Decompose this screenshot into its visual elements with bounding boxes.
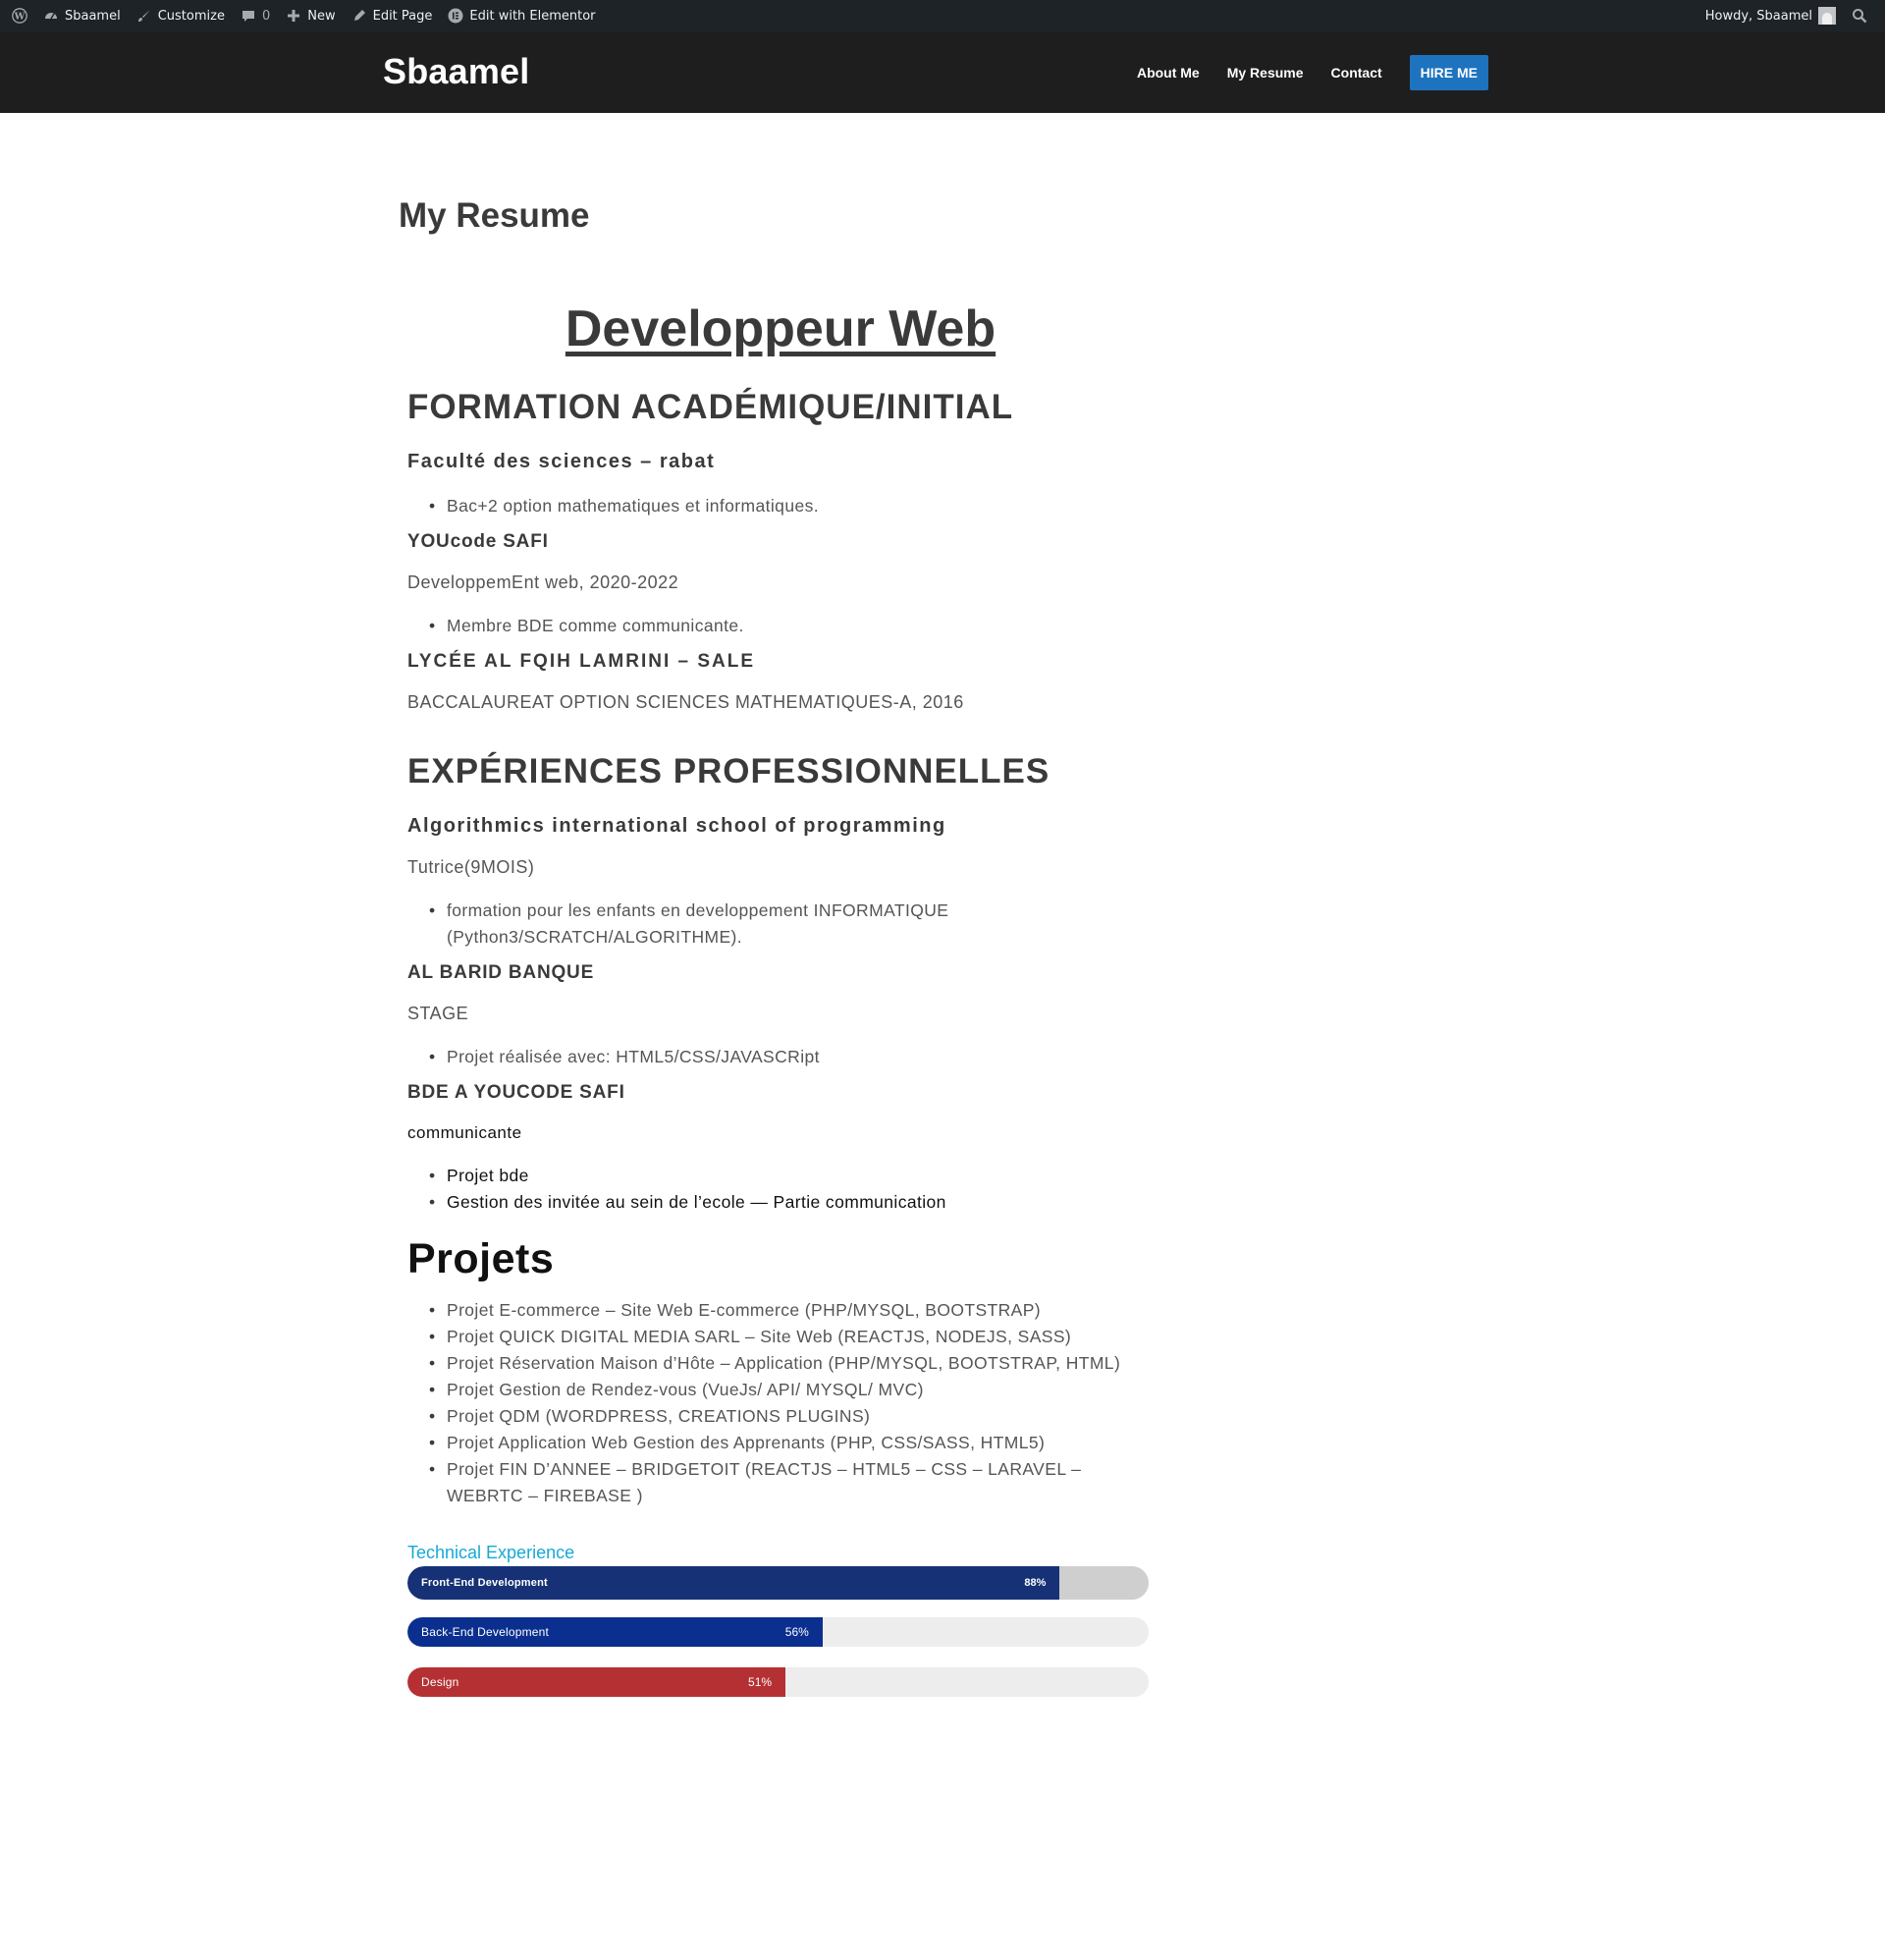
- skill-bar-percent: 56%: [784, 1625, 809, 1639]
- wordpress-icon: W: [12, 8, 27, 24]
- pencil-icon: [351, 8, 367, 24]
- brush-icon: [136, 8, 152, 24]
- page-title: My Resume: [399, 196, 590, 235]
- skill-bar-design: 51% Design: [407, 1667, 1149, 1697]
- list-item: Bac+2 option mathematiques et informatiq…: [429, 493, 1154, 519]
- skill-bar-backend: 56% Back-End Development: [407, 1617, 1149, 1647]
- admin-bar-customize-label: Customize: [157, 8, 225, 24]
- comments-count: 0: [261, 8, 271, 24]
- school-faculte: Faculté des sciences – rabat: [407, 451, 716, 472]
- skill-bar-frontend: 88% Front-End Development: [407, 1566, 1149, 1600]
- list-item: Projet Gestion de Rendez-vous (VueJs/ AP…: [429, 1377, 1156, 1403]
- skill-bar-percent: 88%: [1024, 1577, 1047, 1589]
- job-algorithmics-role: Tutrice(9MOIS): [407, 857, 535, 877]
- wp-admin-bar: W Sbaamel Customize 0 New Edit Page Edit…: [0, 0, 1885, 31]
- school-youcode-list: Membre BDE comme communicante.: [429, 613, 1154, 639]
- site-title[interactable]: Sbaamel: [383, 51, 529, 92]
- list-item: Projet Réservation Maison d’Hôte – Appli…: [429, 1350, 1156, 1377]
- list-item: formation pour les enfants en developpem…: [429, 898, 979, 951]
- nav-contact[interactable]: Contact: [1331, 65, 1382, 81]
- admin-bar-site-link[interactable]: Sbaamel: [35, 0, 129, 31]
- skill-bar-fill: 51%: [407, 1667, 786, 1697]
- experience-heading: EXPÉRIENCES PROFESSIONNELLES: [407, 752, 1050, 790]
- skill-bar-label: Design: [421, 1675, 459, 1689]
- admin-bar-site-name: Sbaamel: [65, 8, 121, 24]
- wordpress-logo-button[interactable]: W: [4, 0, 35, 31]
- list-item: Membre BDE comme communicante.: [429, 613, 1154, 639]
- technical-experience-title: Technical Experience: [407, 1543, 575, 1562]
- admin-bar-elementor-label: Edit with Elementor: [469, 8, 596, 24]
- svg-text:W: W: [14, 12, 26, 23]
- skill-bar-percent: 51%: [748, 1675, 773, 1689]
- job-bde: BDE A YOUCODE SAFI: [407, 1082, 625, 1103]
- job-barid: AL BARID BANQUE: [407, 962, 595, 983]
- formation-heading: FORMATION ACADÉMIQUE/INITIAL: [407, 388, 1014, 426]
- hire-me-button[interactable]: HIRE ME: [1409, 54, 1488, 90]
- admin-bar-new-label: New: [307, 8, 336, 24]
- resume-article: Developpeur Web FORMATION ACADÉMIQUE/INI…: [407, 299, 1154, 1717]
- school-youcode: YOUcode SAFI: [407, 531, 549, 552]
- school-lycee-desc: BACCALAUREAT OPTION SCIENCES MATHEMATIQU…: [407, 692, 964, 712]
- admin-bar-elementor[interactable]: Edit with Elementor: [440, 0, 603, 31]
- skill-bar-label: Back-End Development: [421, 1625, 550, 1639]
- admin-bar-customize[interactable]: Customize: [129, 0, 233, 31]
- school-lycee: LYCÉE AL FQIH LAMRINI – SALE: [407, 651, 756, 672]
- admin-bar-account[interactable]: Howdy, Sbaamel: [1697, 0, 1844, 31]
- admin-bar-right: Howdy, Sbaamel: [1697, 0, 1885, 31]
- admin-bar-comments[interactable]: 0: [233, 0, 278, 31]
- admin-bar-search[interactable]: [1844, 0, 1875, 31]
- list-item: Projet FIN D’ANNEE – BRIDGETOIT (REACTJS…: [429, 1456, 1156, 1509]
- list-item: Projet E-commerce – Site Web E-commerce …: [429, 1297, 1156, 1324]
- job-bde-list: Projet bde Gestion des invitée au sein d…: [429, 1163, 1154, 1216]
- list-item: Projet bde: [429, 1163, 1154, 1189]
- skill-bar-label: Front-End Development: [421, 1577, 548, 1589]
- primary-nav: About Me My Resume Contact HIRE ME: [1109, 31, 1488, 113]
- school-youcode-desc: DeveloppemEnt web, 2020-2022: [407, 572, 679, 592]
- admin-bar-edit-page[interactable]: Edit Page: [344, 0, 441, 31]
- job-algorithmics-list: formation pour les enfants en developpem…: [429, 898, 1154, 951]
- comment-icon: [241, 8, 256, 24]
- avatar: [1818, 7, 1836, 25]
- admin-bar-left: W Sbaamel Customize 0 New Edit Page Edit…: [0, 0, 604, 31]
- school-faculte-list: Bac+2 option mathematiques et informatiq…: [429, 493, 1154, 519]
- list-item: Gestion des invitée au sein de l’ecole —…: [429, 1189, 1154, 1216]
- resume-headline: Developpeur Web: [565, 300, 996, 357]
- job-algorithmics: Algorithmics international school of pro…: [407, 815, 946, 837]
- dashboard-icon: [43, 8, 59, 24]
- site-header: Sbaamel About Me My Resume Contact HIRE …: [0, 31, 1885, 113]
- job-barid-role: STAGE: [407, 1004, 469, 1023]
- list-item: Projet QUICK DIGITAL MEDIA SARL – Site W…: [429, 1324, 1156, 1350]
- howdy-label: Howdy, Sbaamel: [1704, 8, 1812, 24]
- admin-bar-new[interactable]: New: [278, 0, 343, 31]
- plus-icon: [286, 8, 301, 24]
- admin-bar-edit-page-label: Edit Page: [372, 8, 433, 24]
- list-item: Projet QDM (WORDPRESS, CREATIONS PLUGINS…: [429, 1403, 1156, 1430]
- job-bde-role: communicante: [407, 1123, 522, 1142]
- elementor-icon: [448, 8, 463, 24]
- list-item: Projet Application Web Gestion des Appre…: [429, 1430, 1156, 1456]
- nav-about-me[interactable]: About Me: [1137, 65, 1200, 81]
- projets-heading: Projets: [407, 1235, 555, 1282]
- search-icon: [1852, 8, 1867, 24]
- list-item: Projet réalisée avec: HTML5/CSS/JAVASCRi…: [429, 1044, 1154, 1070]
- job-barid-list: Projet réalisée avec: HTML5/CSS/JAVASCRi…: [429, 1044, 1154, 1070]
- projets-list: Projet E-commerce – Site Web E-commerce …: [429, 1297, 1156, 1509]
- nav-my-resume[interactable]: My Resume: [1227, 65, 1304, 81]
